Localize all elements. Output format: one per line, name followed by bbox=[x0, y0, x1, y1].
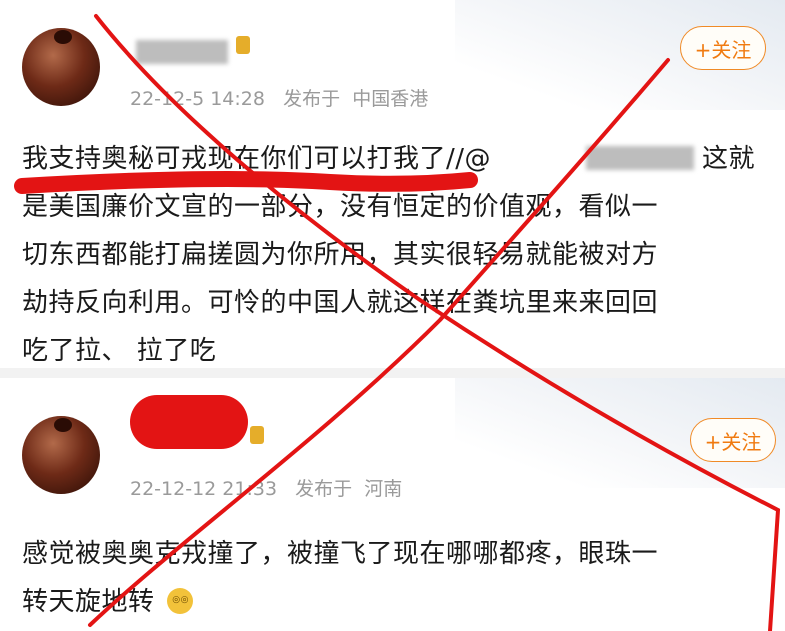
location-prefix: 发布于 bbox=[283, 88, 341, 110]
follow-button[interactable]: +关注 bbox=[690, 418, 776, 462]
post-text-line: 感觉被奥奥克戎撞了，被撞飞了现在哪哪都疼，眼珠一 bbox=[22, 533, 658, 570]
vip-badge-icon bbox=[236, 36, 250, 54]
post-text: 这就 bbox=[702, 144, 756, 174]
location-prefix: 发布于 bbox=[295, 478, 353, 500]
avatar[interactable] bbox=[22, 28, 100, 106]
post-text-line: 转天旋地转 ◎◎ bbox=[22, 581, 194, 618]
post-text: 劫持反向利用。可怜的中国人就这样在粪坑里来来回回 bbox=[22, 288, 659, 318]
follow-label: +关注 bbox=[694, 37, 752, 62]
post-text-line: 切东西都能打扁搓圆为你所用，其实很轻易就能被对方 bbox=[22, 234, 658, 271]
post-text-line: 劫持反向利用。可怜的中国人就这样在粪坑里来来回回 bbox=[22, 282, 658, 319]
post-timestamp: 22-12-5 14:28 bbox=[130, 88, 265, 110]
post-location: 河南 bbox=[364, 478, 403, 500]
post-timestamp: 22-12-12 21:33 bbox=[130, 478, 278, 500]
post-text-line: 吃了拉、 拉了吃 bbox=[22, 330, 216, 367]
vip-badge-icon bbox=[250, 426, 264, 444]
post-meta: 22-12-12 21:33 发布于 河南 bbox=[130, 474, 402, 501]
post-text: 吃了拉、 拉了吃 bbox=[22, 336, 217, 366]
post-meta: 22-12-5 14:28 发布于 中国香港 bbox=[130, 84, 428, 111]
mention-redacted[interactable] bbox=[586, 146, 694, 170]
avatar[interactable] bbox=[22, 416, 100, 494]
post-divider bbox=[0, 368, 785, 378]
post-card-2: 22-12-12 21:33 发布于 河南 +关注 感觉被奥奥克戎撞了，被撞飞了… bbox=[0, 378, 785, 631]
username-redacted[interactable] bbox=[130, 395, 248, 449]
username-redacted[interactable] bbox=[136, 40, 228, 64]
post-text-line: 我支持奥秘可戎现在你们可以打我了//@ bbox=[22, 138, 491, 175]
post-text: 转天旋地转 bbox=[22, 587, 155, 617]
post-location: 中国香港 bbox=[352, 88, 429, 110]
post-text: 切东西都能打扁搓圆为你所用，其实很轻易就能被对方 bbox=[22, 240, 659, 270]
post-text: 感觉被奥奥克戎撞了，被撞飞了现在哪哪都疼，眼珠一 bbox=[22, 539, 659, 569]
post-card-1: 22-12-5 14:28 发布于 中国香港 +关注 我支持奥秘可戎现在你们可以… bbox=[0, 0, 785, 368]
dizzy-face-icon: ◎◎ bbox=[167, 588, 194, 614]
post-text: 我支持奥秘可戎现在你们可以打我了//@ bbox=[22, 144, 492, 174]
post-text-line: 这就 bbox=[702, 138, 755, 175]
post-text: 是美国廉价文宣的一部分，没有恒定的价值观，看似一 bbox=[22, 192, 659, 222]
follow-label: +关注 bbox=[704, 429, 762, 454]
follow-button[interactable]: +关注 bbox=[680, 26, 766, 70]
post-text-line: 是美国廉价文宣的一部分，没有恒定的价值观，看似一 bbox=[22, 186, 658, 223]
